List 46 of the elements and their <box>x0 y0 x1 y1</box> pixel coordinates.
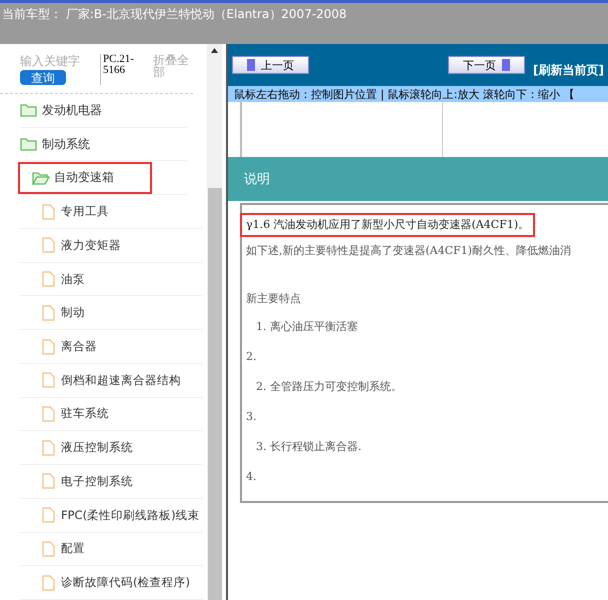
document-icon <box>42 507 55 524</box>
document-line: 1. 离心油压平衡活塞 <box>255 319 359 335</box>
document-line: 2. <box>246 349 258 365</box>
document-line: 3. 长行程锁止离合器. <box>255 439 362 455</box>
document-icon <box>42 440 55 456</box>
document-line: 如下述,新的主要特性是提高了变速器(A4CF1)耐久性、降低燃油消 <box>246 243 572 259</box>
tree-item[interactable]: 油泵 <box>20 262 203 296</box>
document-line: 新主要特点 <box>246 291 302 307</box>
code-text: PC.21-5166 <box>100 54 145 85</box>
previous-page-button[interactable]: 上一页 <box>232 56 309 74</box>
document-icon <box>42 574 55 591</box>
vehicle-title: 当前车型： 厂家:B-北京现代伊兰特悦动（Elantra）2007-2008 <box>1 6 348 23</box>
document-line: 4. <box>246 469 258 485</box>
query-button[interactable]: 查询 <box>20 70 66 85</box>
tree-item[interactable]: 诊断故障代码(检查程序) <box>20 566 203 600</box>
document-icon <box>42 338 55 354</box>
tree-item[interactable]: 驻车系统 <box>20 398 203 432</box>
tree-item[interactable]: 液压控制系统 <box>20 431 203 466</box>
tree-item[interactable]: 离合器 <box>20 330 203 364</box>
tree-item[interactable]: 专用工具 <box>20 195 203 229</box>
keyword-field[interactable]: 输入关键字 <box>20 54 92 68</box>
document-line: 2. 全管路压力可变控制系统。 <box>255 379 403 395</box>
document-icon <box>42 540 55 557</box>
tree-item[interactable]: 液力变矩器 <box>20 228 203 263</box>
scrollbar-thumb[interactable] <box>208 188 222 600</box>
document-icon <box>42 204 55 220</box>
refresh-link[interactable]: [刷新当前页] <box>533 62 604 78</box>
hint-text: 鼠标左右拖动：控制图片位置 | 鼠标滚轮向上:放大 滚轮向下：缩小 【 <box>228 86 608 102</box>
document-line: 3. <box>246 409 258 425</box>
tree-item[interactable]: 制动 <box>20 296 203 330</box>
tree-folder[interactable]: 发动机电器 <box>20 94 187 128</box>
tree-folder[interactable]: 自动变速箱 <box>20 161 187 196</box>
tree-folder[interactable]: 制动系统 <box>20 128 187 162</box>
tree-item[interactable]: 电子控制系统 <box>20 465 203 499</box>
tree-item[interactable]: 倒档和超速离合器结构 <box>20 364 203 398</box>
document-icon <box>42 473 55 490</box>
tree-item[interactable]: FPC(柔性印刷线路板)线束 <box>20 498 203 533</box>
section-heading: 说明 <box>244 171 270 188</box>
document-icon <box>42 304 55 321</box>
document-icon <box>42 372 55 388</box>
next-page-button[interactable]: 下一页 <box>448 56 526 74</box>
document-icon <box>42 406 55 422</box>
document-line: γ1.6 汽油发动机应用了新型小尺寸自动变速器(A4CF1)。 <box>242 215 534 235</box>
document-icon <box>42 271 55 288</box>
tree-item[interactable]: 配置 <box>20 532 203 566</box>
document-icon <box>42 237 55 254</box>
